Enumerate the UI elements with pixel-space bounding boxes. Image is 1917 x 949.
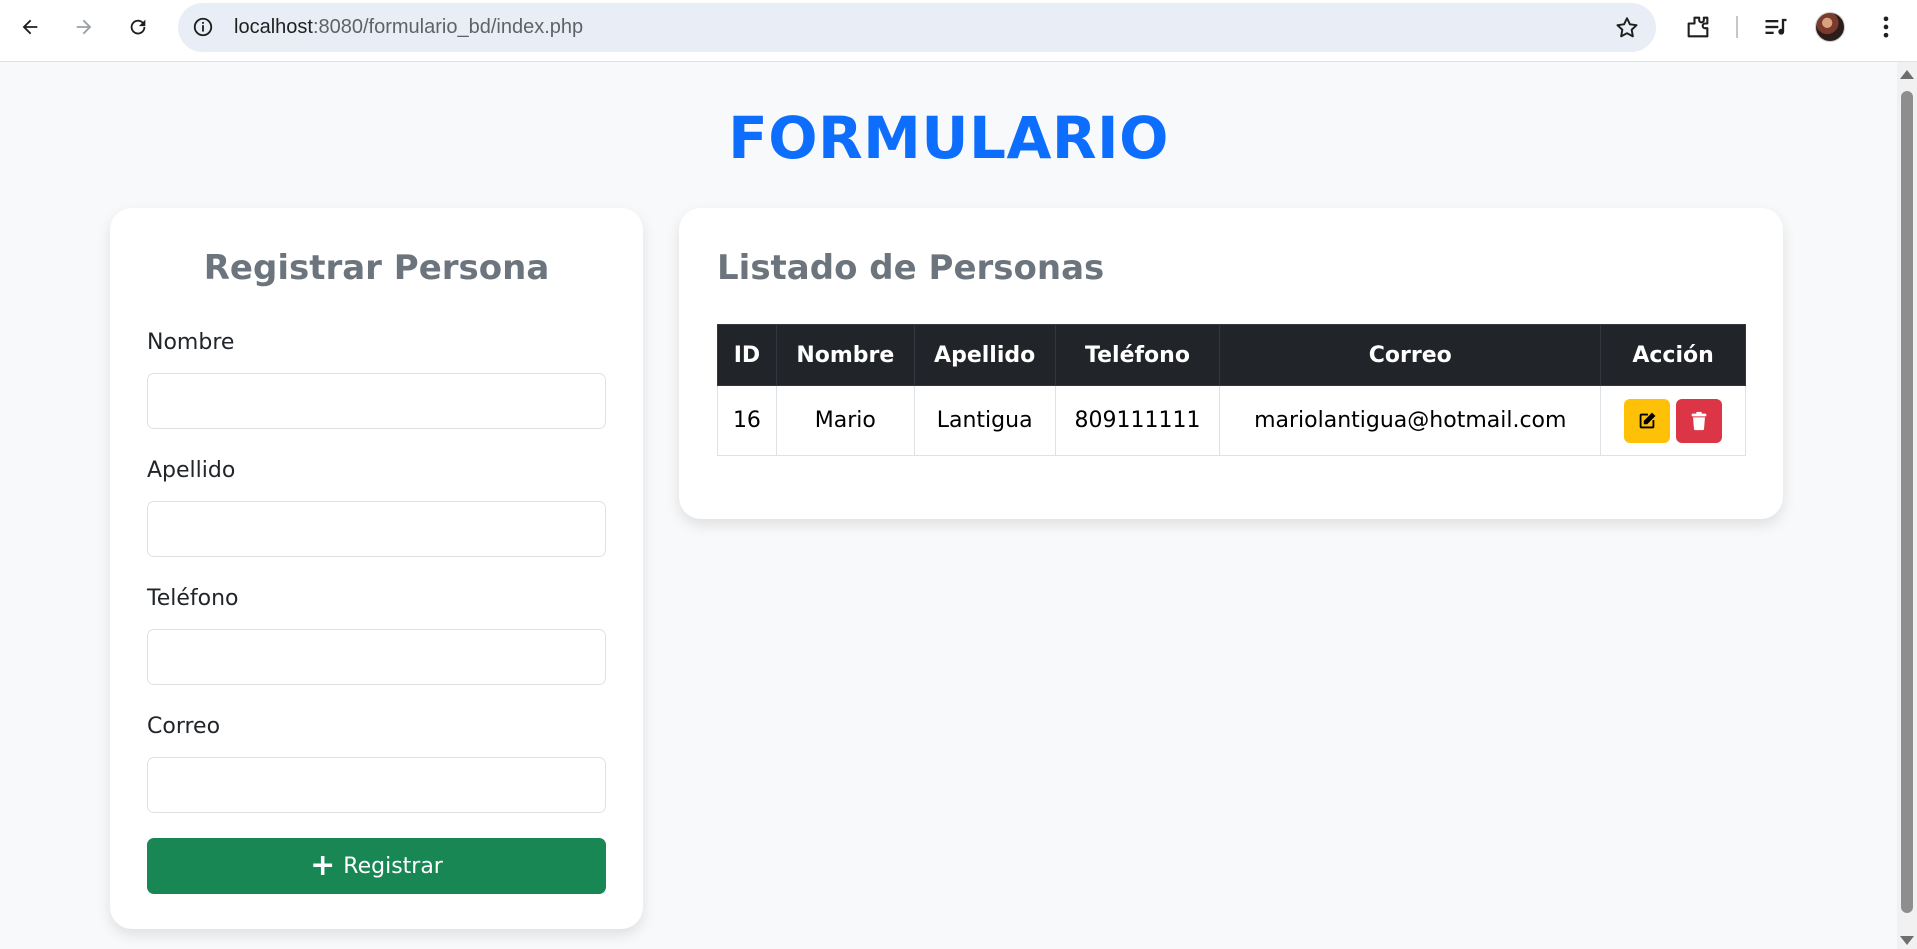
cell-actions bbox=[1600, 385, 1746, 456]
column-header-id: ID bbox=[717, 324, 777, 386]
delete-button[interactable] bbox=[1676, 398, 1723, 443]
column-header-accion: Acción bbox=[1600, 324, 1746, 386]
list-title: Listado de Personas bbox=[717, 248, 1105, 288]
scroll-down-arrow-icon[interactable] bbox=[1900, 936, 1914, 945]
arrow-left-icon bbox=[22, 19, 38, 35]
reload-icon bbox=[130, 19, 146, 35]
toolbar-separator bbox=[1736, 16, 1738, 38]
persons-table: ID Nombre Apellido Teléfono Correo Acció… bbox=[717, 324, 1746, 456]
person-list-card: Listado de Personas ID Nombre Apellido T… bbox=[679, 208, 1783, 519]
forward-button[interactable] bbox=[66, 9, 102, 45]
edit-button[interactable] bbox=[1624, 398, 1671, 443]
url-text[interactable]: localhost:8080/formulario_bd/index.php bbox=[234, 16, 583, 39]
correo-label: Correo bbox=[147, 714, 221, 739]
cell-apellido: Lantigua bbox=[913, 385, 1056, 456]
browser-toolbar: localhost:8080/formulario_bd/index.php bbox=[0, 0, 1917, 62]
column-header-correo: Correo bbox=[1219, 324, 1602, 386]
site-info-icon[interactable] bbox=[192, 16, 214, 38]
scrollbar-thumb[interactable] bbox=[1901, 91, 1913, 913]
bookmark-star-icon[interactable] bbox=[1614, 15, 1640, 41]
trash-icon bbox=[1691, 411, 1707, 430]
nombre-input[interactable] bbox=[147, 373, 606, 429]
cell-id: 16 bbox=[717, 385, 777, 456]
correo-input[interactable] bbox=[147, 757, 606, 813]
profile-avatar[interactable] bbox=[1815, 12, 1845, 42]
apellido-label: Apellido bbox=[147, 458, 236, 483]
edit-icon bbox=[1639, 412, 1656, 428]
cell-correo: mariolantigua@hotmail.com bbox=[1219, 385, 1602, 456]
cell-nombre: Mario bbox=[775, 385, 915, 456]
column-header-apellido: Apellido bbox=[913, 324, 1056, 386]
telefono-label: Teléfono bbox=[147, 586, 239, 611]
register-form-card: Registrar Persona Nombre Apellido Teléfo… bbox=[110, 208, 643, 929]
back-button[interactable] bbox=[12, 9, 48, 45]
column-header-nombre: Nombre bbox=[775, 324, 915, 386]
url-host: localhost bbox=[234, 16, 313, 38]
url-path: :8080/formulario_bd/index.php bbox=[312, 16, 584, 38]
scroll-up-arrow-icon[interactable] bbox=[1900, 70, 1914, 79]
plus-icon: + bbox=[310, 848, 336, 883]
column-header-telefono: Teléfono bbox=[1054, 324, 1221, 386]
form-title: Registrar Persona bbox=[203, 248, 550, 288]
nombre-label: Nombre bbox=[147, 330, 235, 355]
register-button[interactable]: + Registrar bbox=[147, 838, 606, 894]
telefono-input[interactable] bbox=[147, 629, 606, 685]
page-title: FORMULARIO bbox=[728, 104, 1169, 172]
register-button-label: Registrar bbox=[343, 853, 443, 879]
cell-telefono: 809111111 bbox=[1054, 385, 1221, 456]
apellido-input[interactable] bbox=[147, 501, 606, 557]
table-header-row: ID Nombre Apellido Teléfono Correo Acció… bbox=[717, 324, 1746, 386]
media-queue-icon[interactable] bbox=[1762, 13, 1790, 41]
table-row: 16 Mario Lantigua 809111111 mariolantigu… bbox=[717, 385, 1746, 456]
address-bar[interactable]: localhost:8080/formulario_bd/index.php bbox=[178, 3, 1656, 52]
reload-button[interactable] bbox=[120, 9, 156, 45]
row-actions bbox=[1601, 398, 1745, 443]
arrow-right-icon bbox=[76, 19, 92, 35]
extensions-icon[interactable] bbox=[1684, 13, 1712, 41]
menu-kebab-icon[interactable] bbox=[1872, 13, 1900, 41]
